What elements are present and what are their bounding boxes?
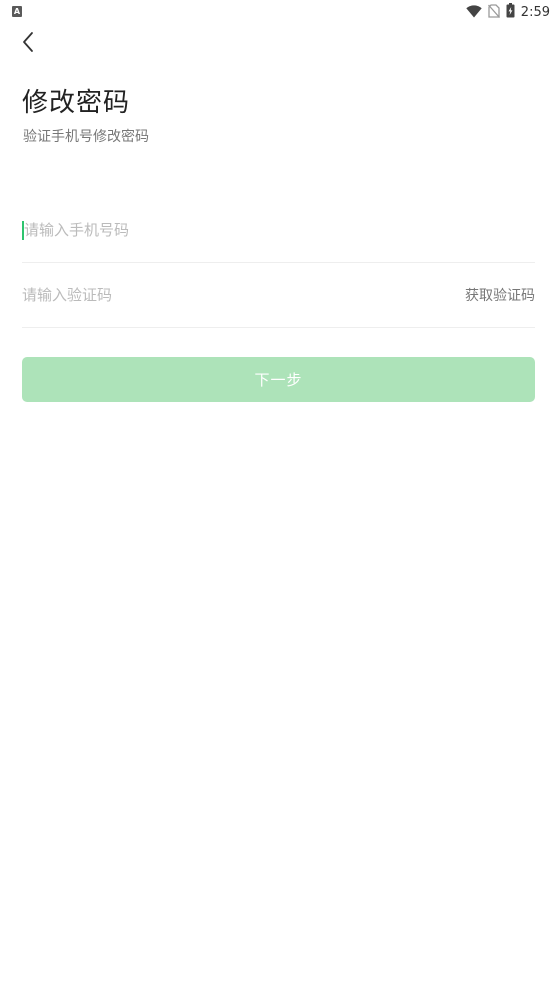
app-notification-icon: A xyxy=(12,6,22,17)
page-subtitle: 验证手机号修改密码 xyxy=(23,129,149,145)
change-password-screen: A 2:59 修改密码 验证手机号修改密码 请输入手机号码 请输入验证码 获取验… xyxy=(0,0,557,995)
page-title: 修改密码 xyxy=(22,88,131,118)
verification-code-field-row: 获取验证码 xyxy=(22,263,535,328)
next-step-button[interactable]: 下一步 xyxy=(22,357,535,402)
phone-field-row xyxy=(22,198,535,263)
back-button[interactable] xyxy=(14,28,42,56)
battery-charging-icon xyxy=(506,2,515,22)
status-time: 2:59 xyxy=(520,4,550,20)
wifi-icon xyxy=(466,3,482,22)
verification-code-input[interactable] xyxy=(22,283,465,307)
phone-input[interactable] xyxy=(24,218,535,242)
chevron-left-icon xyxy=(23,32,33,52)
get-code-button[interactable]: 获取验证码 xyxy=(465,285,535,305)
no-sim-icon xyxy=(487,3,500,22)
status-bar: A 2:59 xyxy=(0,0,557,24)
status-bar-right: 2:59 xyxy=(466,2,550,22)
